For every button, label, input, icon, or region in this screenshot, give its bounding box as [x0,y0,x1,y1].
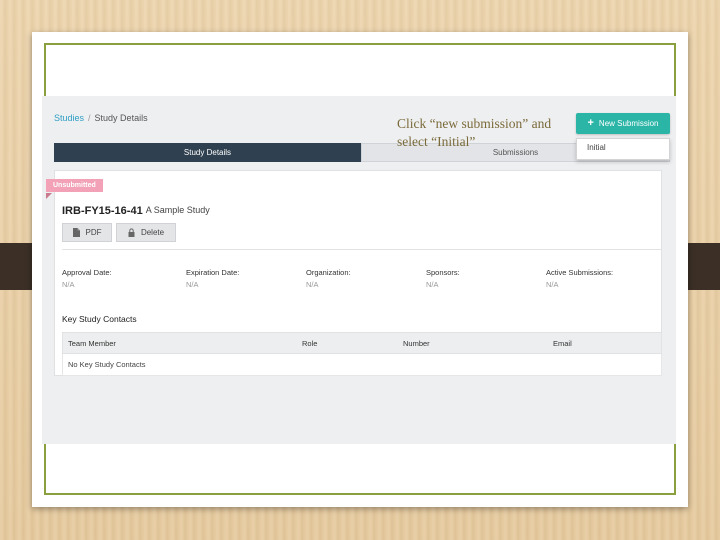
new-submission-label: New Submission [598,119,659,128]
field-value: N/A [186,280,199,289]
section-divider [62,249,662,250]
field-sponsors: Sponsors: N/A [426,268,460,289]
study-name: A Sample Study [145,205,210,215]
field-approval-date: Approval Date: N/A [62,268,112,289]
lock-icon [128,228,135,237]
field-label: Active Submissions: [546,268,614,277]
status-badge-ribbon-tail [46,193,52,199]
breadcrumb-separator: / [88,113,91,123]
delete-button[interactable]: Delete [116,223,176,242]
field-value: N/A [546,280,559,289]
column-header-role[interactable]: Role [302,339,317,348]
key-study-contacts-title: Key Study Contacts [62,314,137,324]
tab-study-details[interactable]: Study Details [54,143,361,162]
delete-button-label: Delete [140,228,165,237]
dropdown-item-initial[interactable]: Initial [587,143,659,152]
breadcrumb-studies-link[interactable]: Studies [54,113,84,123]
field-value: N/A [426,280,439,289]
column-header-number[interactable]: Number [403,339,430,348]
study-id: IRB-FY15-16-41 [62,205,143,217]
breadcrumb-current: Study Details [94,113,148,123]
study-title: IRB-FY15-16-41 A Sample Study [62,205,210,217]
breadcrumb: Studies / Study Details [54,113,148,123]
field-expiration-date: Expiration Date: N/A [186,268,239,289]
new-submission-button[interactable]: + New Submission [576,113,670,134]
field-active-submissions: Active Submissions: N/A [546,268,613,289]
instruction-annotation: Click “new submission” and select “Initi… [397,116,552,149]
column-header-email[interactable]: Email [553,339,572,348]
new-submission-dropdown: Initial [576,138,670,160]
plus-icon: + [587,117,594,129]
pdf-button[interactable]: PDF [62,223,112,242]
column-header-team-member[interactable]: Team Member [68,339,116,348]
status-badge: Unsubmitted [46,179,103,192]
contacts-table-header: Team Member Role Number Email [62,332,662,354]
field-organization: Organization: N/A [306,268,351,289]
field-label: Sponsors: [426,268,460,277]
field-label: Organization: [306,268,351,277]
app-screenshot: Studies / Study Details + New Submission S… [42,96,676,444]
field-label: Approval Date: [62,268,112,277]
document-icon [72,228,80,237]
field-value: N/A [62,280,75,289]
field-value: N/A [306,280,319,289]
pdf-button-label: PDF [85,228,102,237]
field-label: Expiration Date: [186,268,240,277]
table-row-empty: No Key Study Contacts [62,354,662,376]
